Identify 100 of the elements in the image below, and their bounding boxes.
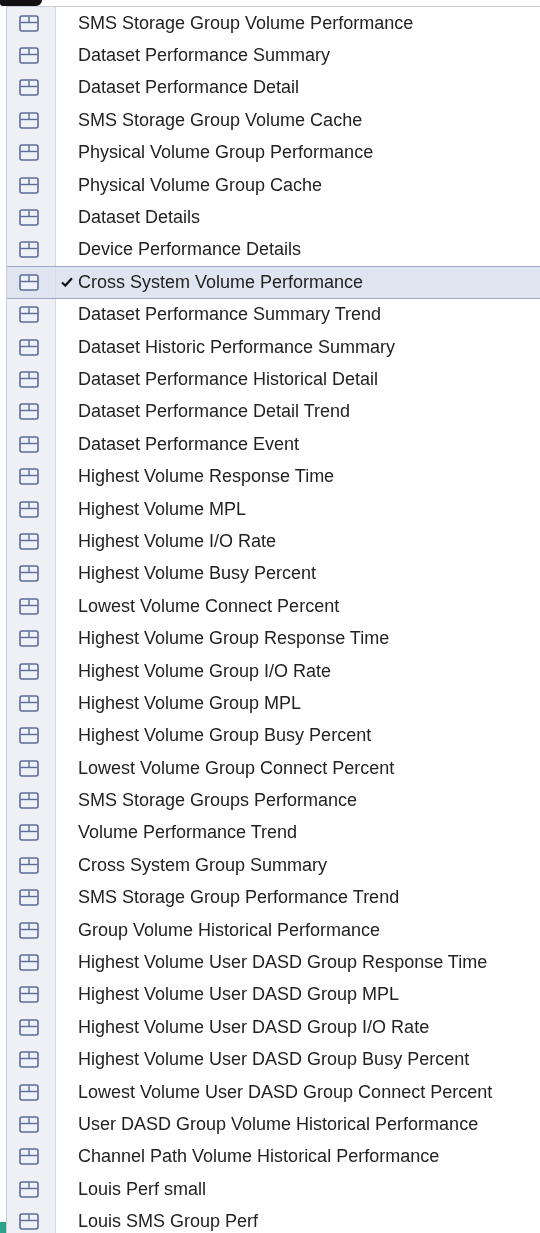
table-icon: [19, 435, 39, 453]
table-icon: [19, 727, 39, 745]
menu-item-label: Dataset Historic Performance Summary: [78, 336, 396, 358]
table-icon: [19, 1083, 39, 1101]
menu-item[interactable]: SMS Storage Group Volume Performance: [7, 7, 540, 40]
menu-item-label: Louis Perf small: [78, 1178, 207, 1200]
menu-item[interactable]: Highest Volume Group I/O Rate: [7, 654, 540, 688]
menu-item[interactable]: Lowest Volume Connect Percent: [7, 590, 540, 623]
menu-item[interactable]: Highest Volume MPL: [7, 492, 540, 526]
menu-item[interactable]: Dataset Performance Detail: [7, 71, 540, 105]
table-icon: [19, 824, 39, 842]
menu-item[interactable]: Highest Volume Group MPL: [7, 687, 540, 720]
table-icon: [19, 954, 39, 971]
menu-item[interactable]: Louis SMS Group Perf: [7, 1205, 540, 1233]
menu-item[interactable]: Lowest Volume Group Connect Percent: [7, 752, 540, 785]
table-icon: [19, 1213, 39, 1231]
menu-item-label: Volume Performance Trend: [78, 822, 298, 844]
menu-item-label: Dataset Performance Detail Trend: [78, 401, 351, 423]
table-icon: [19, 14, 39, 32]
menu-item[interactable]: SMS Storage Group Performance Trend: [7, 881, 540, 914]
menu-item[interactable]: Highest Volume Group Busy Percent: [7, 719, 540, 752]
menu-item[interactable]: Dataset Performance Summary: [7, 39, 540, 72]
menu-item[interactable]: Dataset Details: [7, 201, 540, 234]
table-icon: [19, 79, 39, 97]
table-icon: [19, 792, 39, 810]
menu-item[interactable]: Highest Volume User DASD Group Response Time: [7, 946, 540, 979]
menu-item[interactable]: Highest Volume Busy Percent: [7, 557, 540, 591]
table-icon: [19, 209, 39, 227]
menu-item[interactable]: Dataset Performance Detail Trend: [7, 395, 540, 429]
table-icon: [19, 856, 39, 874]
menu-item-label: Highest Volume Group Response Time: [78, 628, 390, 650]
table-icon: [19, 1180, 39, 1198]
table-icon: [19, 338, 39, 356]
table-icon: [19, 111, 39, 129]
menu-item[interactable]: Highest Volume Group Response Time: [7, 622, 540, 655]
table-icon: [19, 241, 39, 259]
menu-item[interactable]: Group Volume Historical Performance: [7, 913, 540, 947]
menu-item[interactable]: Dataset Historic Performance Summary: [7, 330, 540, 364]
table-icon: [19, 468, 39, 486]
menu-item-label: Highest Volume Response Time: [78, 466, 335, 488]
table-icon: [19, 532, 39, 550]
table-icon: [19, 306, 39, 324]
menu-item[interactable]: Dataset Performance Summary Trend: [7, 298, 540, 331]
background-fragment: [0, 1222, 6, 1233]
menu-item[interactable]: Physical Volume Group Cache: [7, 168, 540, 202]
menu-item-label: Highest Volume Group I/O Rate: [78, 660, 332, 682]
menu-item[interactable]: Dataset Performance Event: [7, 428, 540, 461]
menu-item-label: Dataset Performance Historical Detail: [78, 369, 379, 390]
menu-item-label: SMS Storage Groups Performance: [78, 790, 358, 812]
menu-item[interactable]: Highest Volume I/O Rate: [7, 525, 540, 558]
menu-item-label: Louis SMS Group Perf: [78, 1211, 259, 1233]
menu-item-label: Dataset Performance Summary: [78, 45, 331, 67]
table-icon: [19, 1018, 39, 1036]
table-icon: [19, 1115, 39, 1133]
menu-item-label: SMS Storage Group Volume Performance: [78, 12, 414, 34]
background-fragment: [0, 0, 42, 6]
menu-item[interactable]: Louis Perf small: [7, 1173, 540, 1206]
table-icon: [19, 1051, 39, 1069]
menu-item-label: Highest Volume User DASD Group Busy Percent: [78, 1049, 470, 1071]
menu-item-label: Highest Volume User DASD Group I/O Rate: [78, 1016, 430, 1038]
menu-item[interactable]: SMS Storage Group Volume Cache: [7, 104, 540, 137]
menu-item-label: Group Volume Historical Performance: [78, 919, 381, 941]
menu-item-label: Highest Volume User DASD Group Response Time: [78, 952, 488, 973]
table-icon: [19, 403, 39, 421]
table-icon: [19, 759, 39, 777]
menu-item-label: Highest Volume MPL: [78, 498, 247, 520]
menu-item-label: Lowest Volume Connect Percent: [78, 595, 340, 617]
menu-item-label: Cross System Group Summary: [78, 854, 328, 876]
menu-item-label: Dataset Performance Detail: [78, 77, 300, 99]
table-icon: [19, 630, 39, 648]
table-icon: [19, 986, 39, 1004]
menu-item-label: Highest Volume I/O Rate: [78, 530, 277, 552]
menu-item[interactable]: Cross System Group Summary: [7, 849, 540, 882]
menu-item-label: Lowest Volume Group Connect Percent: [78, 757, 395, 779]
menu-item-label: User DASD Group Volume Historical Performance: [78, 1113, 479, 1135]
table-icon: [19, 565, 39, 583]
menu-item[interactable]: Highest Volume User DASD Group MPL: [7, 978, 540, 1012]
menu-item[interactable]: Physical Volume Group Performance: [7, 136, 540, 169]
menu-item[interactable]: Cross System Volume Performance: [7, 266, 540, 299]
table-icon: [19, 144, 39, 162]
menu-item-label: Physical Volume Group Performance: [78, 142, 374, 164]
menu-item-label: Channel Path Volume Historical Performance: [78, 1146, 440, 1168]
menu-item[interactable]: Highest Volume User DASD Group I/O Rate: [7, 1011, 540, 1044]
table-icon: [19, 500, 39, 518]
menu-item[interactable]: Highest Volume User DASD Group Busy Percent: [7, 1043, 540, 1076]
menu-item-label: Highest Volume Group Busy Percent: [78, 725, 372, 747]
menu-item[interactable]: Volume Performance Trend: [7, 816, 540, 850]
menu-item-label: Dataset Performance Event: [78, 433, 300, 455]
menu-item[interactable]: Device Performance Details: [7, 233, 540, 267]
menu-item[interactable]: Dataset Performance Historical Detail: [7, 363, 540, 396]
table-icon: [19, 273, 39, 291]
menu-item[interactable]: SMS Storage Groups Performance: [7, 784, 540, 817]
menu-item[interactable]: Channel Path Volume Historical Performance: [7, 1140, 540, 1174]
menu-item[interactable]: Highest Volume Response Time: [7, 460, 540, 493]
menu-item[interactable]: User DASD Group Volume Historical Performance: [7, 1108, 540, 1141]
menu-item-label: Dataset Details: [78, 207, 201, 229]
table-icon: [19, 694, 39, 712]
menu-item[interactable]: Lowest Volume User DASD Group Connect Percent: [7, 1075, 540, 1109]
menu-item-label: Highest Volume Busy Percent: [78, 563, 317, 585]
menu-item-label: SMS Storage Group Performance Trend: [78, 887, 400, 909]
